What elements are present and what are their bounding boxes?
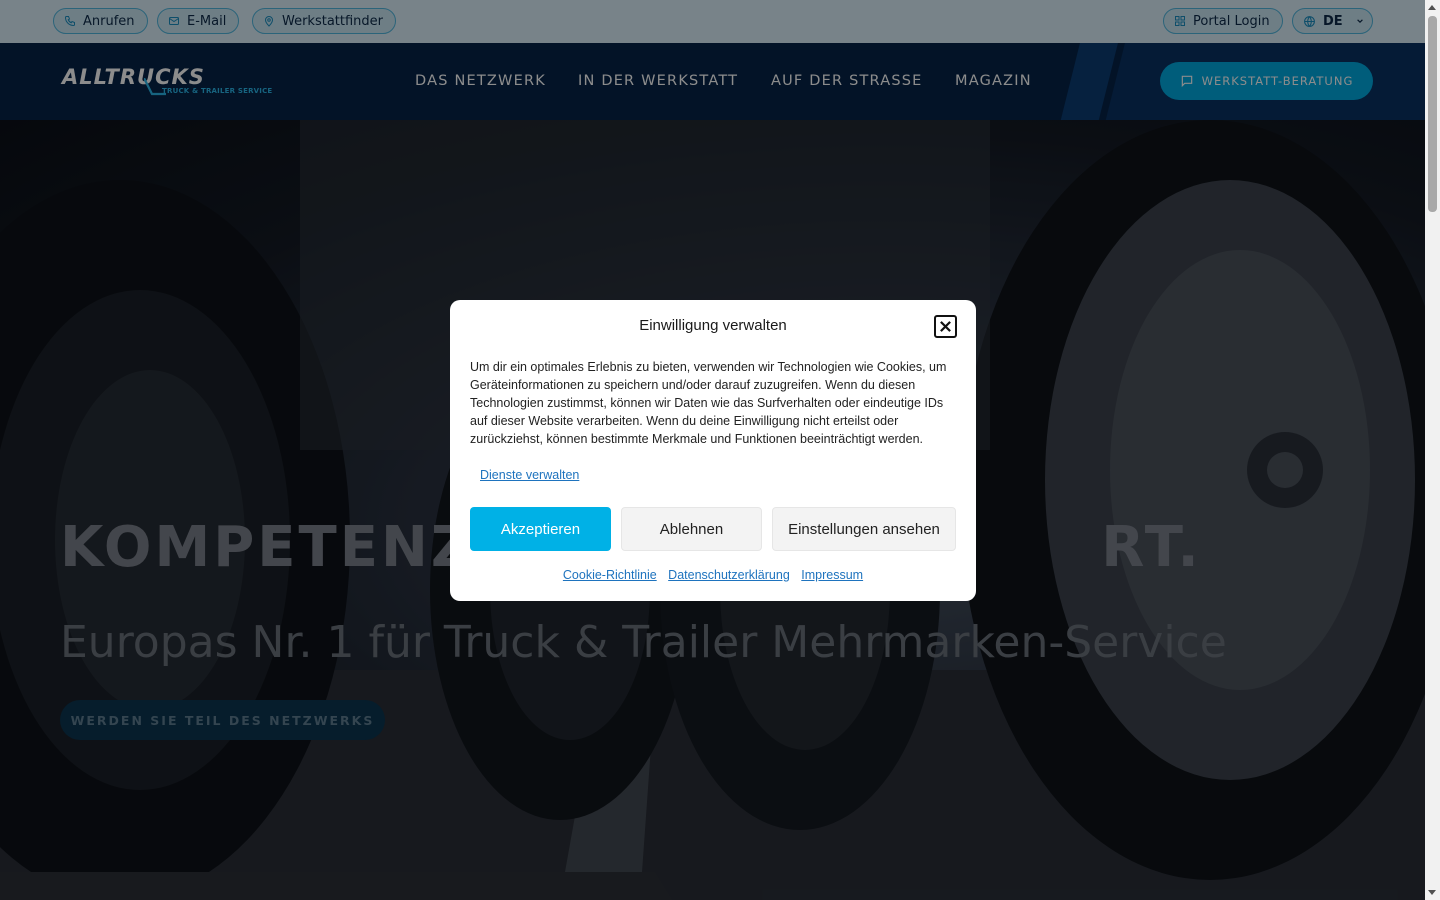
scroll-up-arrow-icon[interactable] <box>1428 5 1436 10</box>
scrollbar-thumb[interactable] <box>1428 16 1437 212</box>
manage-services-link[interactable]: Dienste verwalten <box>480 468 579 482</box>
consent-text: Um dir ein optimales Erlebnis zu bieten,… <box>470 360 947 446</box>
scroll-down-arrow-icon[interactable] <box>1428 890 1436 895</box>
imprint-link[interactable]: Impressum <box>801 568 863 582</box>
cookie-policy-link[interactable]: Cookie-Richtlinie <box>563 568 657 582</box>
privacy-policy-link[interactable]: Datenschutzerklärung <box>668 568 790 582</box>
accept-button[interactable]: Akzeptieren <box>470 507 611 551</box>
deny-button[interactable]: Ablehnen <box>621 507 762 551</box>
cookie-consent-dialog: Einwilligung verwalten Um dir ein optima… <box>450 300 976 601</box>
view-preferences-button[interactable]: Einstellungen ansehen <box>772 507 956 551</box>
consent-title: Einwilligung verwalten <box>639 317 787 334</box>
page-scrollbar[interactable] <box>1425 0 1440 900</box>
close-button[interactable] <box>934 315 957 338</box>
consent-links: Cookie-Richtlinie Datenschutzerklärung I… <box>450 568 976 582</box>
close-icon <box>940 321 951 332</box>
